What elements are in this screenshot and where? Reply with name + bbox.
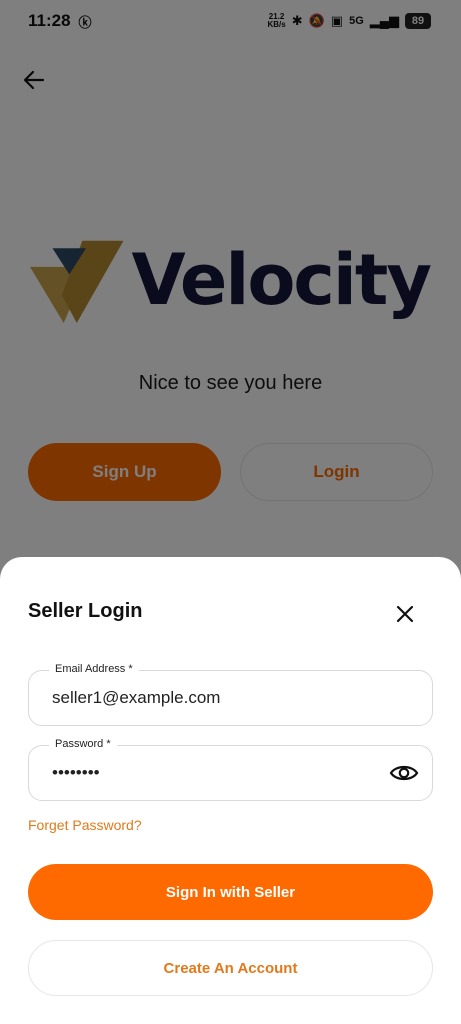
toggle-password-visibility-button[interactable] bbox=[388, 760, 420, 786]
close-icon bbox=[396, 605, 414, 623]
email-field[interactable]: Email Address * bbox=[28, 663, 433, 726]
password-input[interactable] bbox=[52, 746, 382, 800]
create-account-button[interactable]: Create An Account bbox=[28, 940, 433, 996]
email-input[interactable] bbox=[52, 671, 382, 725]
sign-in-with-seller-button[interactable]: Sign In with Seller bbox=[28, 864, 433, 920]
close-button[interactable] bbox=[391, 600, 419, 628]
forgot-password-link[interactable]: Forget Password? bbox=[28, 817, 142, 833]
sheet-title: Seller Login bbox=[28, 600, 143, 622]
eye-icon bbox=[389, 765, 419, 781]
password-field[interactable]: Password * bbox=[28, 738, 433, 801]
